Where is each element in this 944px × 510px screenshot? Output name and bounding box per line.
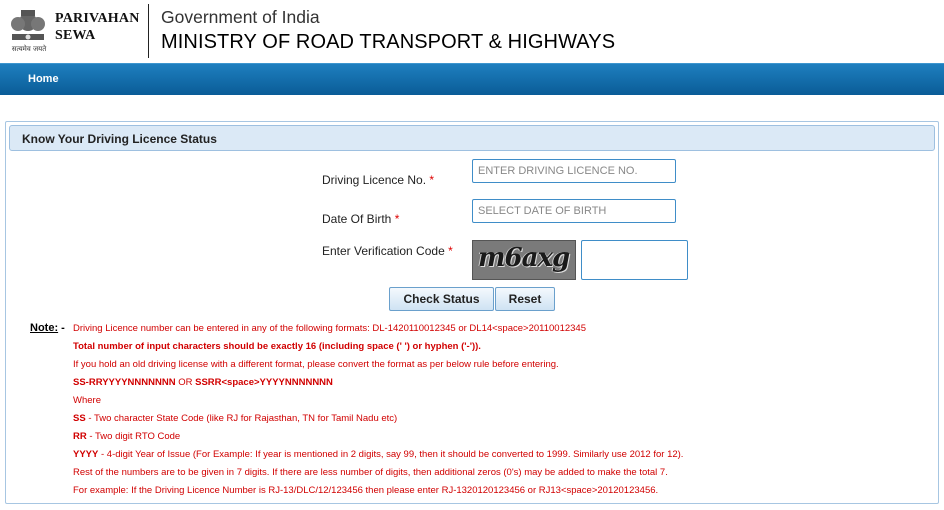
- dl-number-input[interactable]: [472, 159, 676, 183]
- ministry-title: MINISTRY OF ROAD TRANSPORT & HIGHWAYS: [161, 31, 616, 53]
- dl-number-label: Driving Licence No. *: [322, 173, 435, 187]
- check-status-button[interactable]: Check Status: [389, 287, 494, 311]
- panel-title: Know Your Driving Licence Status: [22, 132, 217, 146]
- main-navbar: Home: [0, 63, 944, 95]
- required-mark: *: [429, 173, 435, 187]
- note-line: SS-RRYYYYNNNNNNN OR SSRR<space>YYYYNNNNN…: [73, 377, 333, 388]
- brand-line-2: SEWA: [55, 28, 96, 43]
- required-mark: *: [448, 244, 453, 258]
- note-line: Rest of the numbers are to be given in 7…: [73, 467, 668, 478]
- note-line: YYYY - 4-digit Year of Issue (For Exampl…: [73, 449, 684, 460]
- nav-home-link[interactable]: Home: [28, 73, 59, 85]
- captcha-image: m6axg: [472, 240, 576, 280]
- note-line: Driving Licence number can be entered in…: [73, 323, 586, 334]
- note-line: RR - Two digit RTO Code: [73, 431, 181, 442]
- note-label: Note: -: [30, 322, 65, 334]
- captcha-text: m6axg: [478, 243, 570, 273]
- note-line: Where: [73, 395, 101, 406]
- emblem-caption: सत्यमेव जयते: [11, 45, 47, 53]
- captcha-input[interactable]: [581, 240, 688, 280]
- note-line: For example: If the Driving Licence Numb…: [73, 485, 659, 496]
- brand-line-1: PARIVAHAN: [55, 11, 140, 26]
- government-title: Government of India: [161, 7, 320, 27]
- site-header: सत्यमेव जयते PARIVAHAN SEWA Government o…: [0, 0, 944, 62]
- header-divider: [148, 4, 149, 58]
- dl-status-panel: Know Your Driving Licence Status Driving…: [5, 121, 939, 504]
- dob-input[interactable]: [472, 199, 676, 223]
- note-line: Total number of input characters should …: [73, 341, 481, 352]
- reset-button[interactable]: Reset: [495, 287, 555, 311]
- panel-header: Know Your Driving Licence Status: [9, 125, 935, 151]
- note-line: If you hold an old driving license with …: [73, 359, 559, 370]
- note-list: Driving Licence number can be entered in…: [73, 322, 933, 502]
- brand-logo-text[interactable]: PARIVAHAN SEWA: [55, 10, 140, 44]
- captcha-label: Enter Verification Code *: [322, 244, 453, 258]
- dob-label: Date Of Birth *: [322, 212, 400, 226]
- required-mark: *: [394, 212, 400, 226]
- note-line: SS - Two character State Code (like RJ f…: [73, 413, 398, 424]
